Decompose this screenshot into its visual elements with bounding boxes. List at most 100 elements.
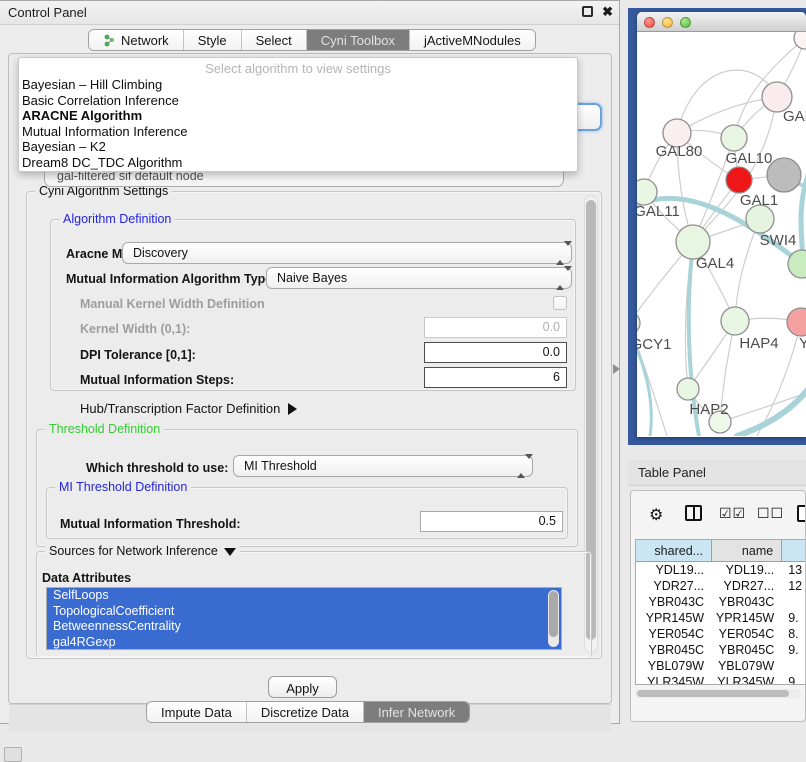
table-row[interactable]: YBR043CYBR043C [636,594,806,610]
popup-item-bayesian-k2[interactable]: Bayesian – K2 [19,139,577,155]
apply-button[interactable]: Apply [268,676,337,698]
tab-discretize-data[interactable]: Discretize Data [247,702,364,722]
network-node-label: SWI4 [760,232,797,249]
network-node-gcy1[interactable] [637,312,640,334]
table-row[interactable]: YDL19...YDL19...13 [636,562,806,578]
control-panel-title: Control Panel [8,5,87,20]
hub-section-label: Hub/Transcription Factor Definition [80,401,280,416]
network-node-swi4[interactable] [746,205,774,233]
tab-infer-network[interactable]: Infer Network [364,702,469,722]
network-window-titlebar[interactable] [637,12,806,32]
table-row[interactable]: YPR145WYPR145W9. [636,610,806,626]
table-cell: 8. [782,626,806,642]
close-traffic-light-icon[interactable] [644,17,655,28]
attribute-item[interactable]: gal4RGexp [47,635,561,651]
hub-section-toggle[interactable]: Hub/Transcription Factor Definition [80,401,297,416]
table-cell: YPR145W [712,610,782,626]
combo-stepper-icon [517,459,525,473]
tab-select[interactable]: Select [242,30,307,50]
network-node-gal10[interactable] [721,125,747,151]
network-node-hap4[interactable] [721,307,749,335]
tab-label: Select [256,33,292,48]
show-columns-icon[interactable] [685,505,702,521]
zoom-traffic-light-icon[interactable] [680,17,691,28]
kernel-width-field[interactable]: 0.0 [424,317,567,338]
network-node-label: GAL [783,108,806,125]
expanded-arrow-icon[interactable] [224,548,236,556]
table-cell: YER054C [712,626,782,642]
popup-item-aracne-algorithm[interactable]: ARACNE Algorithm [19,108,577,124]
algorithm-definition-title: Algorithm Definition [59,212,175,226]
column-header[interactable]: name [712,540,782,561]
which-threshold-value: MI Threshold [244,459,317,473]
network-node-gal4[interactable] [676,225,710,259]
select-all-icon[interactable]: ☑☑ [719,505,746,522]
tab-jactivemnodules[interactable]: jActiveMNodules [410,30,535,50]
table-cell: 13 [782,562,806,578]
which-threshold-combo[interactable]: MI Threshold [233,455,533,477]
new-table-icon[interactable] [797,505,806,522]
data-attributes-list[interactable]: SelfLoopsTopologicalCoefficientBetweenne… [46,587,562,650]
network-node-gal11[interactable] [637,179,657,205]
list-scrollbar-thumb[interactable] [549,591,558,637]
table-row[interactable]: YDR27...YDR27...12 [636,578,806,594]
bottom-tab-bar: Impute Data Discretize DataInfer Network [146,701,470,723]
popup-item-dream8-dc-tdc-algorithm[interactable]: Dream8 DC_TDC Algorithm [19,155,577,171]
network-edge[interactable] [735,219,760,321]
mi-threshold-field[interactable]: 0.5 [420,511,563,532]
network-graph: GALGAL80GAL10GAL1GAL11SWI4GAL4GCY1HAP4YH… [637,32,806,436]
which-threshold-label: Which threshold to use: [86,461,228,475]
float-window-icon[interactable] [582,6,593,17]
network-window[interactable]: GALGAL80GAL10GAL1GAL11SWI4GAL4GCY1HAP4YH… [637,12,806,437]
table-row[interactable]: YER054CYER054C8. [636,626,806,642]
splitter-collapse-icon[interactable] [613,364,620,374]
table-panel: ⚙ ☑☑ ☐☐ shared...name YDL19...YDL19...13… [630,490,806,722]
gear-icon[interactable]: ⚙ [649,505,663,525]
deselect-all-icon[interactable]: ☐☐ [757,505,784,522]
attribute-item[interactable]: BetweennessCentrality [47,619,561,635]
network-node-y[interactable] [787,308,806,336]
table-cell: 9. [782,674,806,685]
popup-item-mutual-information-inference[interactable]: Mutual Information Inference [19,124,577,140]
attribute-item[interactable]: TopologicalCoefficient [47,604,561,620]
popup-item-basic-correlation-inference[interactable]: Basic Correlation Inference [19,93,577,109]
manual-kernel-label: Manual Kernel Width Definition [80,297,265,311]
tab-label: Impute Data [161,705,232,720]
tab-style[interactable]: Style [184,30,242,50]
network-node-hap2[interactable] [677,378,699,400]
network-node-label: GAL11 [637,203,680,220]
table-row[interactable]: YLR345WYLR345W9. [636,674,806,685]
table-horizontal-scrollbar[interactable] [635,689,801,698]
list-scrollbar[interactable] [548,590,559,647]
column-header[interactable]: shared... [636,540,712,561]
minimize-traffic-light-icon[interactable] [662,17,673,28]
close-window-icon[interactable]: ✖ [602,4,613,20]
mi-algorithm-type-combo[interactable]: Naive Bayes [266,267,572,289]
status-grip-icon [4,747,22,762]
tab-impute-data[interactable]: Impute Data [147,702,247,722]
tab-label: Network [121,33,169,48]
column-header[interactable] [782,540,806,561]
mi-steps-value: 6 [553,370,560,384]
tab-cyni-toolbox[interactable]: Cyni Toolbox [307,30,410,50]
network-canvas[interactable]: GALGAL80GAL10GAL1GAL11SWI4GAL4GCY1HAP4YH… [637,32,806,436]
network-edge[interactable] [677,70,777,133]
mi-steps-field[interactable]: 6 [424,367,567,388]
sources-title-text: Sources for Network Inference [49,544,218,558]
table-row[interactable]: YBL079WYBL079W [636,658,806,674]
dpi-tolerance-value: 0.0 [543,345,560,359]
table-cell: 9. [782,642,806,658]
network-edge-thick[interactable] [737,388,806,436]
network-node-label: HAP4 [739,335,778,352]
table-cell: YLR345W [712,674,782,685]
dpi-tolerance-field[interactable]: 0.0 [424,342,567,363]
mi-threshold-label: Mutual Information Threshold: [60,517,241,531]
popup-item-bayesian-hill-climbing[interactable]: Bayesian – Hill Climbing [19,77,577,93]
attribute-item[interactable]: SelfLoops [47,588,561,604]
table-scrollbar-thumb[interactable] [637,690,789,697]
network-node[interactable] [726,167,752,193]
table-row[interactable]: YBR045CYBR045C9. [636,642,806,658]
aracne-mode-combo[interactable]: Discovery [122,242,572,264]
tab-network[interactable]: Network [89,30,184,50]
manual-kernel-checkbox[interactable] [553,296,567,310]
